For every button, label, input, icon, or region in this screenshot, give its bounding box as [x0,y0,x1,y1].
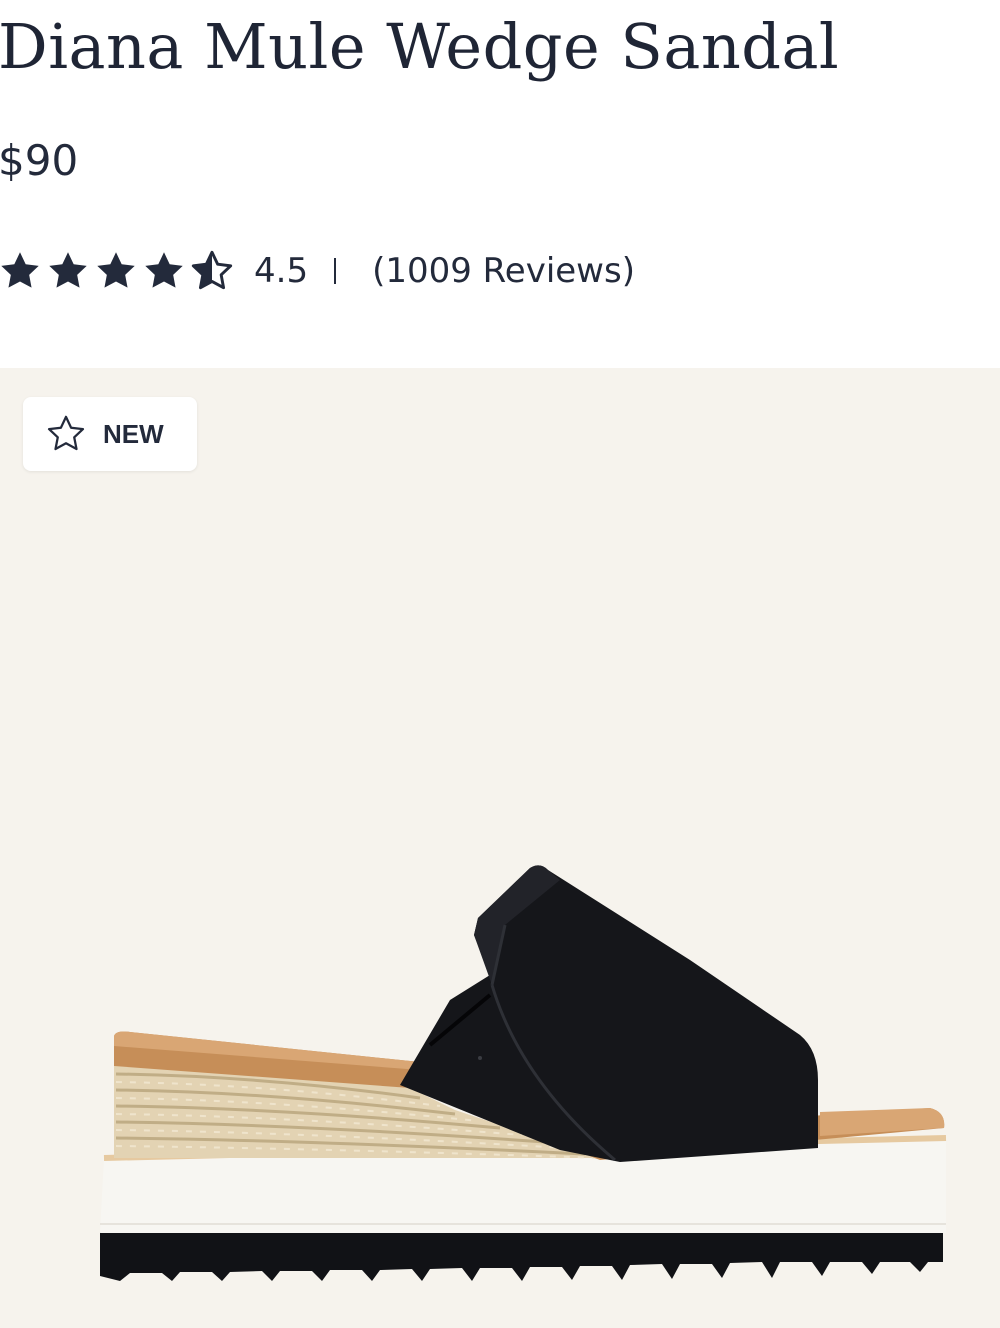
star-filled-icon [97,252,135,288]
new-badge: NEW [23,397,197,471]
product-price: $90 [0,136,79,185]
rating-row: 4.5 (1009 Reviews) [0,246,635,296]
star-filled-icon [49,252,87,288]
new-badge-label: NEW [103,418,164,449]
rating-value: 4.5 [254,251,309,291]
star-half-icon [191,250,233,290]
outsole [100,1232,943,1281]
rating-stars [0,249,234,293]
reviews-link[interactable]: (1009 Reviews) [372,251,635,291]
product-title: Diana Mule Wedge Sandal [0,10,840,83]
rating-divider [334,258,337,284]
product-image [100,865,947,1281]
star-filled-icon [145,252,183,288]
product-image-gallery[interactable]: NEW [0,368,1000,1328]
star-filled-icon [1,252,39,288]
star-outline-icon [47,415,85,451]
